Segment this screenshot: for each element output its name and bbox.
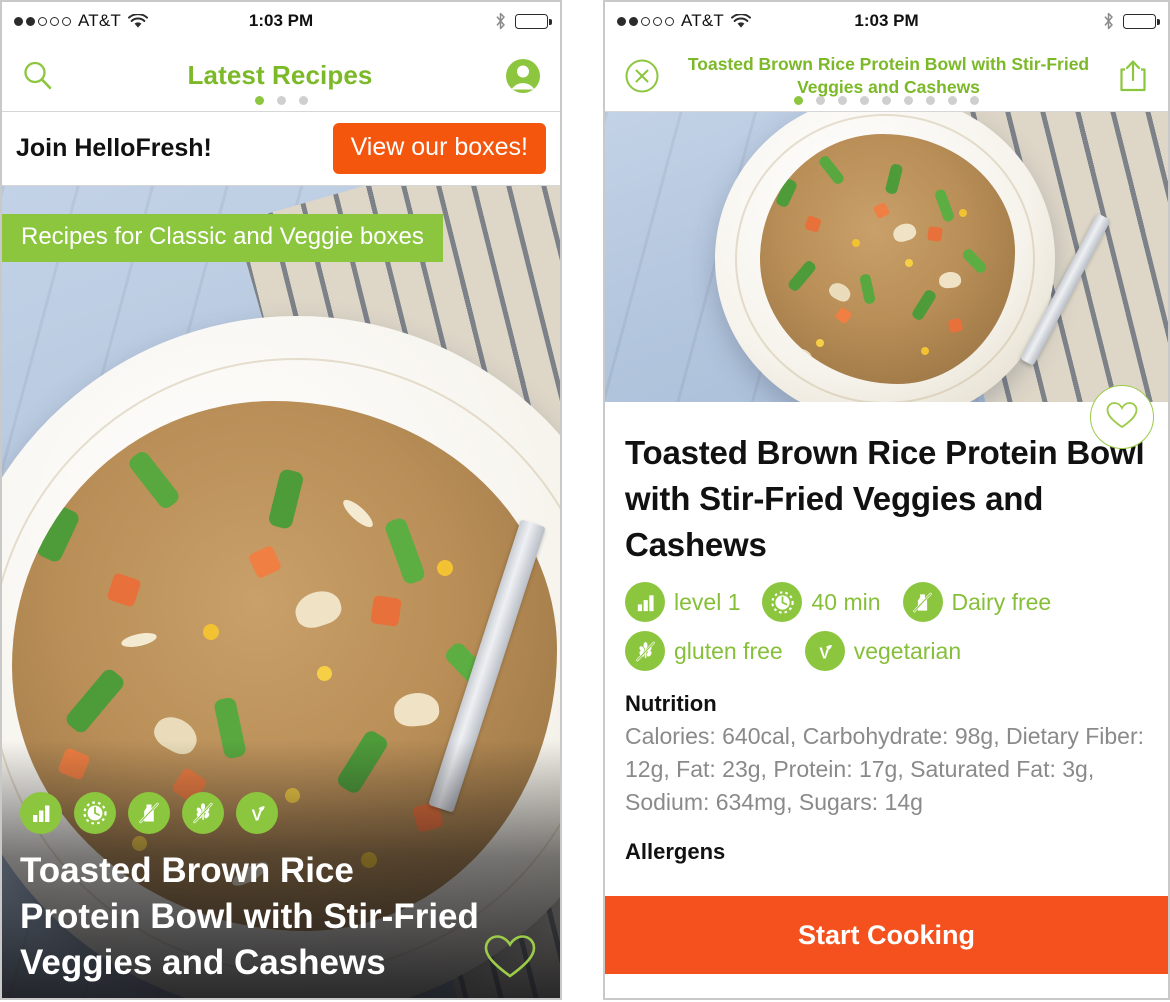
signal-strength-icon (14, 16, 71, 26)
dairy-free-label: Dairy free (951, 588, 1052, 615)
promo-label: Join HelloFresh! (16, 134, 212, 162)
phone-screen-latest-recipes: AT&T 1:03 PM Latest Recipes Join HelloFr… (0, 0, 562, 1000)
meta-row-1: level 1 40 min Dairy free (625, 582, 1148, 622)
close-circle-icon[interactable] (623, 57, 661, 95)
nutrition-heading: Nutrition (625, 691, 717, 716)
heart-icon[interactable] (482, 932, 538, 982)
favorite-button[interactable] (1090, 385, 1154, 449)
battery-icon (1123, 13, 1160, 29)
share-icon[interactable] (1116, 57, 1150, 95)
page-title: Latest Recipes (187, 60, 373, 90)
carrier-label: AT&T (78, 11, 121, 30)
recipe-title-detail: Toasted Brown Rice Protein Bowl with Sti… (625, 434, 1145, 563)
carrier-label: AT&T (681, 11, 724, 30)
status-bar-left: AT&T 1:03 PM (2, 2, 560, 40)
bluetooth-icon (1103, 12, 1114, 30)
recipe-hero-image-left[interactable]: Recipes for Classic and Veggie boxes V T… (2, 186, 560, 998)
navbar-right: Toasted Brown Rice Protein Bowl with Sti… (605, 40, 1168, 112)
battery-icon (515, 13, 552, 29)
dairy-free-icon (128, 792, 170, 834)
recipes-category-ribbon: Recipes for Classic and Veggie boxes (2, 214, 443, 262)
recipe-attribute-badges: V (20, 792, 278, 834)
status-bar-right-group (495, 12, 552, 30)
level-bars-icon (20, 792, 62, 834)
signal-strength-icon (617, 16, 674, 26)
cooking-time-label: 40 min (811, 588, 881, 615)
level-bars-icon (625, 582, 665, 622)
wifi-icon (731, 13, 751, 29)
dairy-free-icon (902, 582, 943, 622)
meta-row-2: gluten free V vegetarian (625, 631, 1148, 671)
recipe-title-left: Toasted Brown Rice Protein Bowl with Sti… (20, 851, 479, 982)
food-photo (605, 112, 1168, 402)
recipe-meta-rows: level 1 40 min Dairy free gluten free V … (625, 582, 1148, 671)
level-label: level 1 (674, 588, 741, 615)
wifi-icon (128, 13, 148, 29)
clock-icon (74, 792, 116, 834)
status-bar-right: AT&T 1:03 PM (605, 2, 1168, 40)
promo-banner: Join HelloFresh! View our boxes! (2, 112, 560, 186)
gluten-free-icon (625, 631, 665, 671)
heart-icon (1105, 400, 1139, 434)
allergens-heading: Allergens (625, 839, 726, 864)
gluten-free-icon (182, 792, 224, 834)
recipe-detail-panel: Toasted Brown Rice Protein Bowl with Sti… (605, 402, 1168, 974)
recipe-title-navbar: Toasted Brown Rice Protein Bowl with Sti… (687, 53, 1090, 97)
view-boxes-button[interactable]: View our boxes! (332, 123, 546, 174)
status-bar-right-group (1103, 12, 1160, 30)
status-bar-left-group: AT&T (14, 11, 148, 31)
vegetarian-icon: V (236, 792, 278, 834)
search-icon[interactable] (20, 58, 56, 94)
recipe-hero-image-right[interactable] (605, 112, 1168, 402)
vegetarian-icon: V (804, 631, 845, 671)
gluten-free-label: gluten free (674, 637, 783, 664)
status-bar-left-group: AT&T (617, 11, 751, 31)
page-indicator-left[interactable] (2, 96, 560, 105)
page-indicator-right[interactable] (605, 96, 1168, 105)
profile-icon[interactable] (504, 57, 542, 95)
nutrition-body: Calories: 640cal, Carbohydrate: 98g, Die… (625, 723, 1145, 815)
phone-screen-recipe-detail: AT&T 1:03 PM Toasted Brown Rice Protein … (603, 0, 1170, 1000)
navbar-left: Latest Recipes (2, 40, 560, 112)
bluetooth-icon (495, 12, 506, 30)
vegetarian-label: vegetarian (853, 637, 962, 664)
clock-icon (762, 582, 803, 622)
screenshot-stage: AT&T 1:03 PM Latest Recipes Join HelloFr… (0, 0, 1170, 1002)
start-cooking-button[interactable]: Start Cooking (605, 896, 1168, 974)
